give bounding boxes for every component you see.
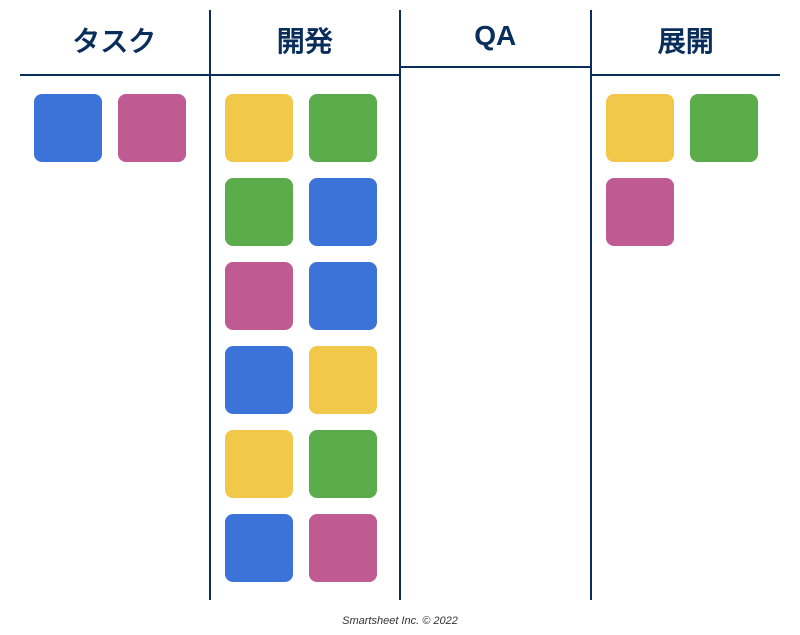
card[interactable] [118,94,186,162]
card[interactable] [225,430,293,498]
card[interactable] [309,430,377,498]
column-tasks: タスク [20,10,211,600]
column-dev: 開発 [211,10,402,600]
card[interactable] [606,178,674,246]
card[interactable] [225,346,293,414]
kanban-board: タスク開発QA展開 [0,0,800,600]
column-cards-qa [401,68,590,104]
column-header-deploy: 展開 [592,10,781,76]
card[interactable] [225,514,293,582]
card[interactable] [606,94,674,162]
card[interactable] [225,178,293,246]
card[interactable] [309,178,377,246]
card[interactable] [309,262,377,330]
card[interactable] [309,346,377,414]
card[interactable] [690,94,758,162]
column-deploy: 展開 [592,10,781,600]
column-cards-tasks [20,76,209,180]
card[interactable] [225,262,293,330]
card[interactable] [309,94,377,162]
column-header-qa: QA [401,10,590,68]
card[interactable] [34,94,102,162]
column-qa: QA [401,10,592,600]
footer-copyright: Smartsheet Inc. © 2022 [0,615,800,627]
card[interactable] [225,94,293,162]
column-header-tasks: タスク [20,10,209,76]
card[interactable] [309,514,377,582]
column-header-dev: 開発 [211,10,400,76]
column-cards-dev [211,76,400,600]
column-cards-deploy [592,76,781,264]
